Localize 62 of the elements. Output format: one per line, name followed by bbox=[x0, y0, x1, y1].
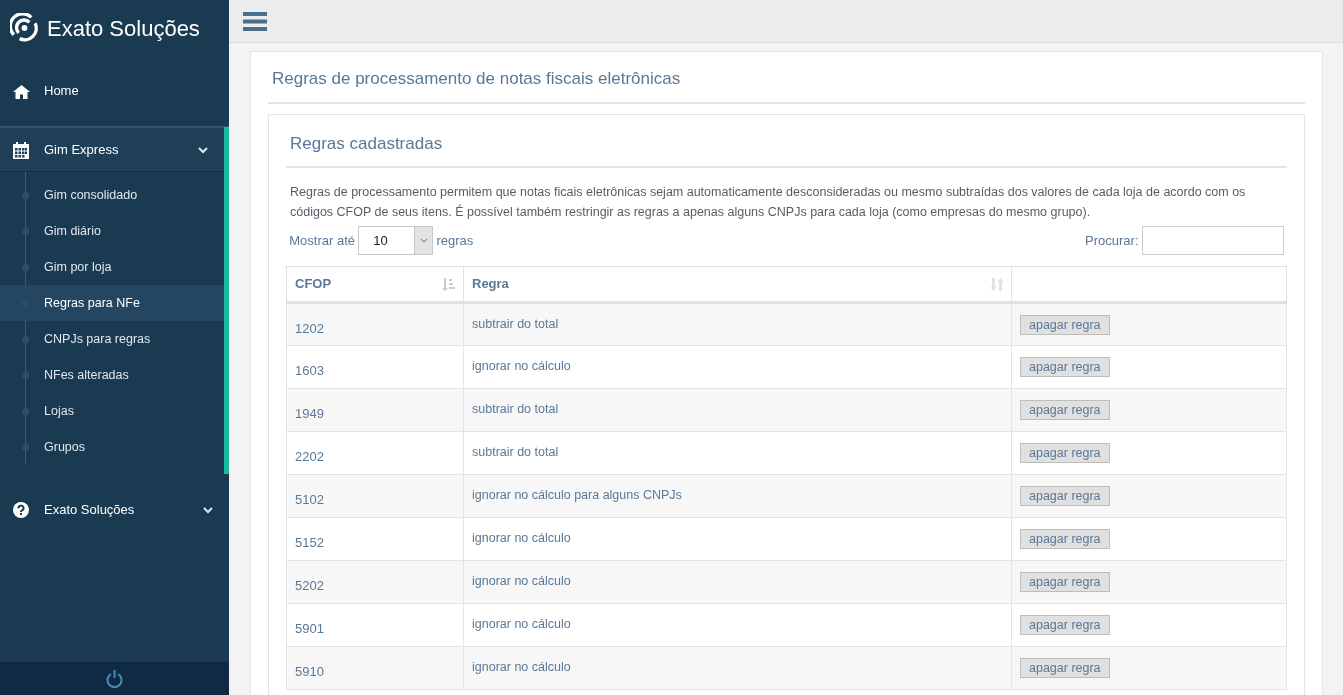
bullet-dot bbox=[22, 336, 29, 343]
table-cell: ignorar no cálculo para alguns CNPJs bbox=[463, 474, 1012, 518]
sidebar-subitem[interactable]: Regras para NFe bbox=[0, 285, 224, 321]
sidebar-item[interactable]: Exato Soluções bbox=[0, 474, 229, 545]
table-cell: 5152 bbox=[286, 517, 464, 561]
bullet-dot bbox=[22, 408, 29, 415]
bullet-dot bbox=[22, 372, 29, 379]
home-icon bbox=[13, 84, 30, 99]
length-suffix: regras bbox=[436, 231, 474, 250]
table-cell: 1603 bbox=[286, 345, 464, 389]
search-field[interactable] bbox=[1141, 226, 1284, 255]
delete-rule-button[interactable]: apagar regra bbox=[1020, 357, 1110, 377]
description-text: Regras de processamento permitem que notas ficais eletrônicas sejam automaticamente desconsideradas ou mesmo subtraídas dos valores de cada loja de acordo com os códigos CFOP de seus itens. É possível também restringir as regras a apenas alguns CNPJs para cada loja (como empresas do mesmo grupo). bbox=[290, 184, 1247, 221]
brand-title: Exato Soluções bbox=[47, 14, 200, 43]
table-cell: ignorar no cálculo bbox=[463, 345, 1012, 389]
search-label: Procurar: bbox=[1085, 231, 1139, 250]
delete-rule-button[interactable]: apagar regra bbox=[1020, 529, 1110, 549]
table-cell: subtrair do total bbox=[463, 388, 1012, 432]
delete-rule-button[interactable]: apagar regra bbox=[1020, 572, 1110, 592]
delete-rule-button[interactable]: apagar regra bbox=[1020, 400, 1110, 420]
delete-rule-button[interactable]: apagar regra bbox=[1020, 443, 1110, 463]
delete-rule-button[interactable]: apagar regra bbox=[1020, 315, 1110, 335]
table-cell: ignorar no cálculo bbox=[463, 646, 1012, 690]
table-cell: subtrair do total bbox=[463, 431, 1012, 475]
table-cell: subtrair do total bbox=[463, 302, 1012, 346]
table-cell: 5102 bbox=[286, 474, 464, 518]
sidebar-subitem[interactable]: NFes alteradas bbox=[0, 357, 224, 393]
sidebar-subitem[interactable]: CNPJs para regras bbox=[0, 321, 224, 357]
table-cell: ignorar no cálculo bbox=[463, 603, 1012, 647]
table-cell: ignorar no cálculo bbox=[463, 560, 1012, 604]
table-cell: ignorar no cálculo bbox=[463, 517, 1012, 561]
chevron-down-icon bbox=[198, 146, 208, 154]
page-size-select[interactable]: 10 bbox=[358, 226, 434, 255]
bullet-dot bbox=[22, 228, 29, 235]
logo-icon bbox=[10, 13, 39, 43]
table-cell: 1949 bbox=[286, 388, 464, 432]
length-label: Mostrar até bbox=[289, 231, 355, 250]
table-cell: 5202 bbox=[286, 560, 464, 604]
table-cell: 2202 bbox=[286, 431, 464, 475]
card-title: Regras cadastradas bbox=[286, 126, 1287, 168]
delete-rule-button[interactable]: apagar regra bbox=[1020, 486, 1110, 506]
sidebar-item[interactable]: Home bbox=[0, 56, 229, 127]
help-icon bbox=[13, 502, 29, 519]
menu-icon[interactable] bbox=[243, 11, 267, 31]
sidebar-subitem[interactable]: Gim diário bbox=[0, 213, 224, 249]
sidebar-subitem[interactable]: Gim por loja bbox=[0, 249, 224, 285]
sidebar-subitem[interactable]: Gim consolidado bbox=[0, 177, 224, 213]
power-icon[interactable] bbox=[106, 669, 123, 688]
bullet-dot bbox=[22, 444, 29, 451]
calendar-icon bbox=[13, 141, 29, 159]
caret-icon bbox=[419, 238, 428, 243]
chevron-down-icon bbox=[203, 506, 213, 514]
bullet-dot bbox=[22, 264, 29, 271]
table-cell: 5901 bbox=[286, 603, 464, 647]
sidebar-subitem[interactable]: Grupos bbox=[0, 429, 224, 465]
bullet-dot bbox=[22, 192, 29, 199]
table-cell: 5910 bbox=[286, 646, 464, 690]
delete-rule-button[interactable]: apagar regra bbox=[1020, 658, 1110, 678]
sidebar-subitem[interactable]: Lojas bbox=[0, 393, 224, 429]
page-title: Regras de processamento de notas fiscais eletrônicas bbox=[268, 60, 1305, 104]
table-cell: 1202 bbox=[286, 302, 464, 346]
delete-rule-button[interactable]: apagar regra bbox=[1020, 615, 1110, 635]
